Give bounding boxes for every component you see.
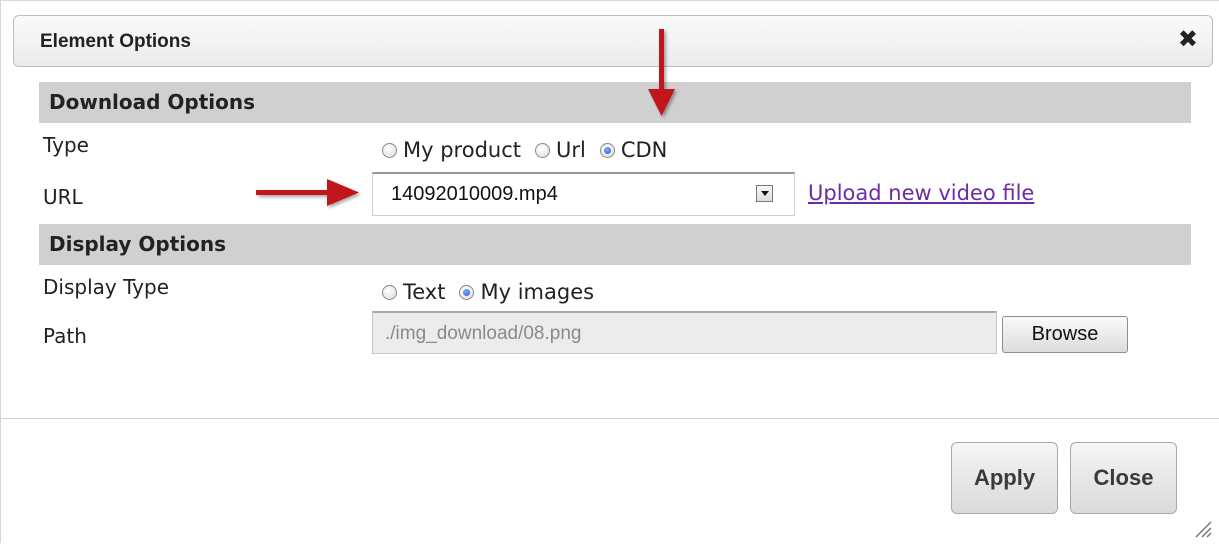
- display-type-label: Display Type: [43, 275, 170, 299]
- download-options-title: Download Options: [49, 90, 256, 114]
- radio-cdn[interactable]: [599, 142, 615, 158]
- type-radio-group: My product Url CDN: [382, 138, 681, 162]
- radio-cdn-label[interactable]: CDN: [621, 138, 668, 162]
- path-input[interactable]: ./img_download/08.png: [372, 311, 997, 354]
- path-label: Path: [43, 324, 87, 348]
- browse-button[interactable]: Browse: [1002, 316, 1128, 353]
- arrow-right-icon: [256, 179, 359, 206]
- url-select-value: 14092010009.mp4: [391, 183, 558, 205]
- apply-button[interactable]: Apply: [951, 442, 1058, 514]
- path-input-value: ./img_download/08.png: [385, 323, 582, 344]
- radio-my-images-label[interactable]: My images: [480, 280, 594, 304]
- type-label: Type: [43, 133, 89, 157]
- dialog-title: Element Options: [40, 31, 191, 52]
- footer-divider: [1, 418, 1219, 419]
- dialog-titlebar[interactable]: Element Options ✖: [13, 15, 1213, 67]
- upload-video-link[interactable]: Upload new video file: [808, 181, 1034, 205]
- display-options-header: Display Options: [39, 224, 1191, 265]
- url-label: URL: [43, 185, 83, 209]
- close-icon[interactable]: ✖: [1178, 27, 1198, 51]
- element-options-dialog: Element Options ✖ Download Options Type …: [0, 0, 1219, 543]
- display-type-radio-group: Text My images: [382, 280, 608, 304]
- radio-my-product-label[interactable]: My product: [403, 138, 521, 162]
- resize-grip-icon[interactable]: [1192, 518, 1212, 538]
- radio-text-label[interactable]: Text: [403, 280, 445, 304]
- radio-url[interactable]: [535, 142, 550, 158]
- radio-my-product[interactable]: [382, 142, 397, 158]
- display-options-title: Display Options: [49, 232, 227, 256]
- radio-my-images[interactable]: [459, 284, 475, 300]
- radio-url-label[interactable]: Url: [556, 138, 586, 162]
- close-button[interactable]: Close: [1070, 442, 1177, 514]
- download-options-header: Download Options: [39, 82, 1191, 123]
- chevron-down-icon[interactable]: [756, 185, 773, 202]
- url-select[interactable]: 14092010009.mp4: [372, 172, 795, 216]
- radio-text[interactable]: [382, 284, 397, 300]
